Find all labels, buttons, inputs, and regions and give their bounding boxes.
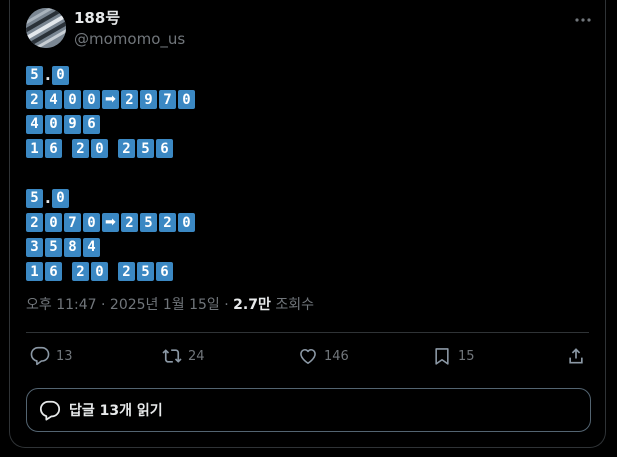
like-button[interactable]: 146 (298, 344, 349, 368)
timestamp[interactable]: 오후 11:47 · 2025년 1월 15일 (26, 297, 220, 313)
keycap-digit: 2 (72, 139, 89, 159)
reply-icon (30, 346, 50, 366)
keycap-digit: 6 (83, 114, 100, 134)
post-card: 188号 @momomo_us 5. 0 2 4 0 0 ➡ 2 9 7 0 4 0 9 6 1 6 20 25… (9, 0, 606, 448)
bookmark-button[interactable]: 15 (432, 344, 475, 368)
keycap-digit: 1 (26, 262, 43, 282)
keycap-digit: 7 (64, 213, 81, 233)
keycap-digit: 5 (45, 237, 62, 257)
bookmark-count: 15 (458, 348, 475, 364)
keycap-digit: 5 (26, 188, 43, 208)
user-handle[interactable]: @momomo_us (74, 29, 185, 49)
decimal-point: . (45, 189, 51, 208)
post-text: 5. 0 2 4 0 0 ➡ 2 9 7 0 4 0 9 6 1 6 20 2 5 6 5. 0 2 0 7 0 ➡ 2 5 2 0 3 5 8… (26, 63, 197, 284)
post-line: 3584 (26, 235, 197, 260)
keycap-digit: 4 (45, 90, 62, 110)
keycap-digit: 0 (178, 213, 195, 233)
keycap-digit: 5 (137, 262, 154, 282)
keycap-digit: 0 (52, 65, 69, 85)
post-line: 5.0 (26, 186, 197, 211)
post-meta: 오후 11:47 · 2025년 1월 15일 · 2.7만 조회수 (26, 295, 314, 315)
keycap-digit: 9 (64, 114, 81, 134)
keycap-digit: 2 (121, 90, 138, 110)
repost-count: 24 (188, 348, 205, 364)
keycap-digit: 2 (118, 262, 135, 282)
keycap-digit: 6 (45, 262, 62, 282)
keycap-digit: 0 (64, 90, 81, 110)
avatar-image (26, 8, 66, 48)
arrow-right-icon: ➡ (102, 90, 119, 110)
keycap-digit: 0 (52, 188, 69, 208)
keycap-digit: 0 (83, 213, 100, 233)
reply-count: 13 (56, 348, 73, 364)
post-line: 5.0 (26, 63, 197, 88)
post-line: 4096 (26, 112, 197, 137)
keycap-digit: 2 (121, 213, 138, 233)
keycap-digit: 0 (83, 90, 100, 110)
more-icon[interactable] (571, 8, 595, 32)
keycap-digit: 2 (72, 262, 89, 282)
keycap-digit: 8 (64, 237, 81, 257)
keycap-digit: 2 (26, 90, 43, 110)
keycap-digit: 5 (26, 65, 43, 85)
keycap-digit: 0 (45, 213, 62, 233)
keycap-digit: 2 (159, 213, 176, 233)
keycap-digit: 0 (178, 90, 195, 110)
share-icon (569, 348, 583, 364)
keycap-digit: 4 (26, 114, 43, 134)
keycap-digit: 5 (140, 213, 157, 233)
arrow-right-icon: ➡ (102, 213, 119, 233)
post-line: 2 0 7 0 ➡ 2 5 2 0 (26, 211, 197, 236)
display-name[interactable]: 188号 (74, 8, 120, 28)
speech-bubble-icon (39, 400, 61, 421)
keycap-digit: 2 (118, 139, 135, 159)
keycap-digit: 9 (140, 90, 157, 110)
reply-button[interactable]: 13 (30, 344, 73, 368)
views-label: 조회수 (275, 297, 314, 313)
keycap-digit: 4 (83, 237, 100, 257)
post-line: 16 20 256 (26, 137, 197, 162)
keycap-digit: 6 (45, 139, 62, 159)
meta-separator: · (219, 297, 234, 313)
repost-button[interactable]: 24 (162, 344, 205, 368)
avatar[interactable] (26, 8, 66, 48)
divider (26, 332, 589, 333)
read-replies-label: 답글 13개 읽기 (69, 403, 163, 419)
repost-icon (162, 349, 182, 363)
decimal-point: . (45, 66, 51, 85)
keycap-digit: 6 (156, 139, 173, 159)
views-count: 2.7만 (233, 297, 271, 313)
keycap-digit: 1 (26, 139, 43, 159)
keycap-digit: 0 (91, 139, 108, 159)
keycap-digit: 6 (156, 262, 173, 282)
share-button[interactable] (566, 344, 592, 368)
like-icon (300, 348, 316, 364)
like-count: 146 (324, 348, 349, 364)
post-line: 16 20 256 (26, 260, 197, 285)
read-replies-button[interactable]: 답글 13개 읽기 (26, 388, 591, 432)
keycap-digit: 0 (45, 114, 62, 134)
keycap-digit: 3 (26, 237, 43, 257)
keycap-digit: 2 (26, 213, 43, 233)
bookmark-icon (435, 348, 449, 365)
keycap-digit: 5 (137, 139, 154, 159)
keycap-digit: 0 (91, 262, 108, 282)
post-line: 2 4 0 0 ➡ 2 9 7 0 (26, 88, 197, 113)
keycap-digit: 7 (159, 90, 176, 110)
